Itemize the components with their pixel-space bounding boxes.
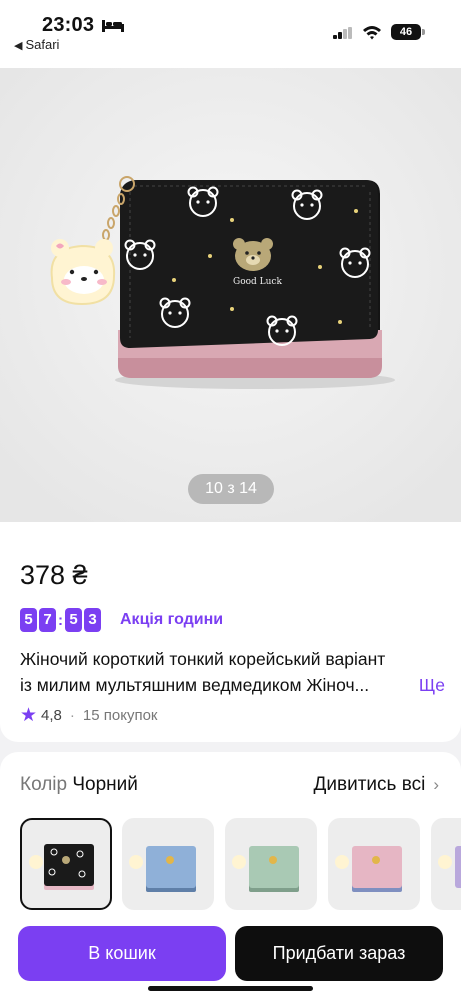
back-arrow-icon: ◀ (14, 40, 23, 52)
timer-separator: : (58, 611, 63, 629)
swatch-image (129, 846, 196, 892)
wallet-photo: Good Luck (0, 68, 461, 522)
product-image-gallery[interactable]: Good Luck 10 з 14 (0, 68, 461, 522)
cellular-signal-icon (333, 27, 353, 39)
product-page: 23:03 ◀ Safari 46 Good Luck 10 з 14 378 … (0, 0, 461, 1000)
title-line-1: Жіночий короткий тонкий корейський варіа… (20, 649, 386, 669)
bear-charm (50, 239, 116, 306)
promo-label[interactable]: Акція години (120, 611, 223, 629)
rating-value: 4,8 (41, 707, 62, 724)
swatch-green[interactable] (225, 818, 317, 910)
price: 378 ₴ (20, 560, 88, 590)
separator-dot: · (69, 707, 75, 724)
timer-digit: 5 (65, 608, 82, 632)
clock: 23:03 (42, 14, 95, 36)
swatch-image (232, 846, 299, 892)
color-label-text: Колір (20, 774, 68, 795)
swatch-image (29, 844, 94, 890)
countdown-timer: 5 7 : 5 3 (20, 608, 103, 632)
battery-cap (422, 29, 425, 35)
star-icon: ★ (20, 705, 38, 726)
swatch-blue[interactable] (122, 818, 214, 910)
color-label: Колір Чорний (20, 774, 138, 796)
product-info-card: 378 ₴ 5 7 : 5 3 Акція години Жіночий кор… (0, 522, 461, 742)
status-bar: 23:03 ◀ Safari 46 (0, 0, 461, 68)
wifi-icon (363, 26, 381, 40)
home-indicator[interactable] (148, 986, 313, 991)
rating-row[interactable]: ★ 4,8 · 15 покупок (20, 704, 157, 727)
back-to-safari-link[interactable]: ◀ Safari (14, 37, 59, 52)
swatch-image (335, 846, 402, 892)
product-title[interactable]: Жіночий короткий тонкий корейський варіа… (20, 646, 445, 698)
swatch-black[interactable] (20, 818, 112, 910)
add-to-cart-button[interactable]: В кошик (18, 926, 226, 981)
swatch-purple[interactable] (431, 818, 461, 910)
back-label: Safari (25, 37, 60, 52)
buy-now-button[interactable]: Придбати зараз (235, 926, 443, 981)
image-counter: 10 з 14 (188, 474, 274, 504)
timer-digit: 5 (20, 608, 37, 632)
swatch-pink[interactable] (328, 818, 420, 910)
sold-count: 15 покупок (82, 707, 158, 724)
color-swatch-list (20, 818, 461, 910)
timer-digit: 3 (84, 608, 101, 632)
sleep-mode-icon (102, 20, 124, 32)
battery-indicator: 46 (391, 24, 421, 40)
selected-color: Чорний (72, 774, 138, 795)
title-line-2: із милим мультяшним ведмедиком Жіноч... (20, 675, 370, 695)
chevron-right-icon: › (433, 775, 439, 794)
swatch-image (438, 846, 461, 888)
see-all-label: Дивитись всі (313, 774, 426, 795)
print-good-luck: Good Luck (233, 277, 282, 287)
read-more-link[interactable]: Ще (419, 672, 445, 698)
see-all-colors-link[interactable]: Дивитись всі › (314, 774, 439, 796)
timer-digit: 7 (39, 608, 56, 632)
